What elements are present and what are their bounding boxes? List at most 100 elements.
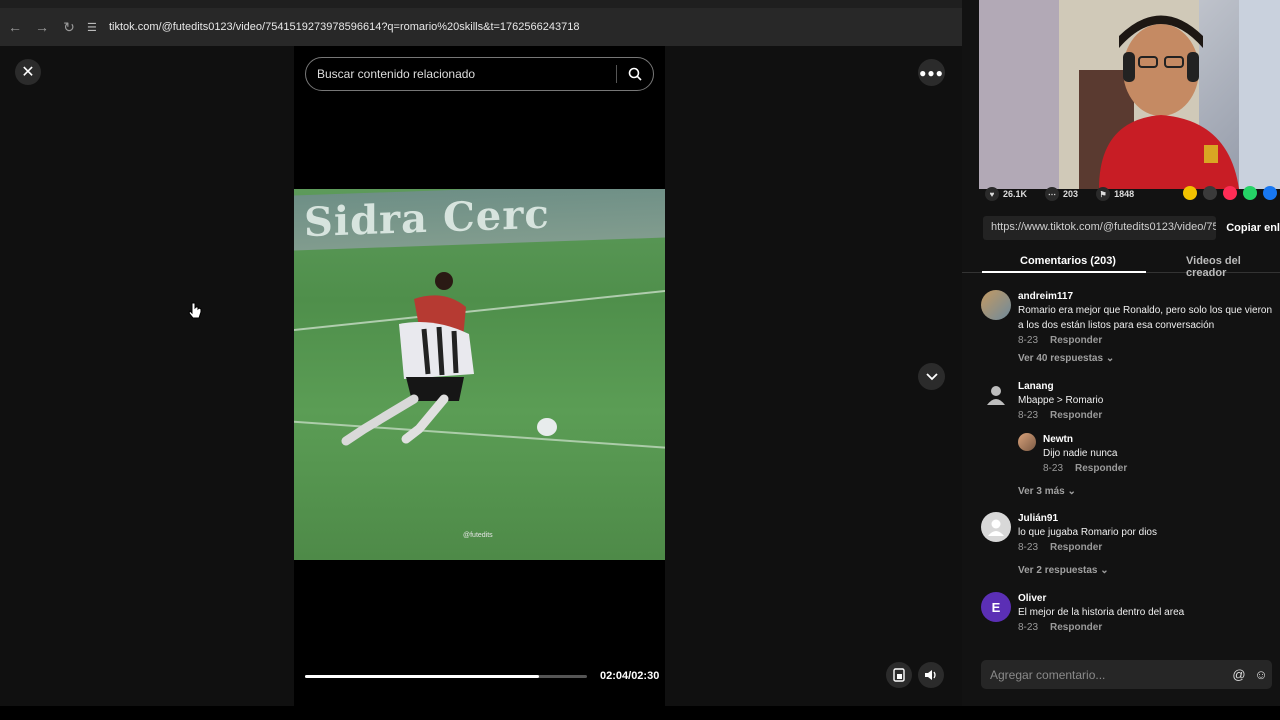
players-illustration xyxy=(341,272,557,446)
avatar-initial: E xyxy=(991,599,1001,615)
close-button[interactable]: ✕ xyxy=(15,59,41,85)
view-more-label: Ver 3 más xyxy=(1018,486,1065,497)
url-text: tiktok.com/@futedits0123/video/754151927… xyxy=(109,21,580,33)
view-replies-label: Ver 40 respuestas xyxy=(1018,353,1104,364)
comment-text: El mejor de la historia dentro del area xyxy=(1018,607,1185,618)
active-tab-indicator xyxy=(982,271,1146,273)
video-link-field[interactable]: https://www.tiktok.com/@futedits0123/vid… xyxy=(983,216,1217,240)
view-replies-link[interactable]: Ver 40 respuestas ⌄ xyxy=(1018,353,1114,364)
emoji-icon[interactable]: ☺ xyxy=(1250,667,1272,682)
comment-username[interactable]: andreim117 xyxy=(1018,290,1280,303)
view-replies-label: Ver 2 respuestas xyxy=(1018,565,1098,576)
streamer-image xyxy=(979,0,1280,189)
comment-count: 203 xyxy=(1063,189,1079,199)
comment-input-bar: Agregar comentario... @ ☺ xyxy=(981,660,1272,689)
comment-date: 8-23 xyxy=(1018,410,1039,421)
avatar[interactable] xyxy=(981,380,1011,410)
browser-tab-strip xyxy=(0,0,980,8)
tab-comments[interactable]: Comentarios (203) xyxy=(1020,255,1116,267)
copy-link-row: https://www.tiktok.com/@futedits0123/vid… xyxy=(983,216,1280,240)
browser-tab[interactable] xyxy=(30,0,180,8)
volume-button[interactable] xyxy=(918,662,944,688)
reply-button[interactable]: Responder xyxy=(1075,463,1127,474)
comment-item: E Oliver El mejor de la historia dentro … xyxy=(981,592,1280,636)
comment-date: 8-23 xyxy=(1018,622,1039,633)
webcam-overlay xyxy=(979,0,1280,189)
browser-tab[interactable] xyxy=(365,0,515,8)
heart-icon[interactable]: ♥ xyxy=(985,187,999,201)
comment-username[interactable]: Julián91 xyxy=(1018,512,1280,525)
browser-tab[interactable] xyxy=(530,0,680,8)
chevron-down-icon: ⌄ xyxy=(1105,353,1115,364)
send-icon[interactable] xyxy=(1223,186,1237,200)
default-avatar-icon xyxy=(988,519,1004,536)
comment-item: Julián91 lo que jugaba Romario por dios … xyxy=(981,512,1280,556)
video-frame[interactable]: Sidra Cerc @futedits xyxy=(294,189,665,560)
comment-date: 8-23 xyxy=(1018,542,1039,553)
comment-date: 8-23 xyxy=(1018,335,1039,346)
bottom-strip xyxy=(0,706,1280,720)
reply-button[interactable]: Responder xyxy=(1050,335,1102,346)
panel-tabs: Comentarios (203) Videos del creador xyxy=(962,249,1280,279)
view-replies-link[interactable]: Ver 2 respuestas ⌄ xyxy=(1018,565,1109,576)
avatar[interactable]: E xyxy=(981,592,1011,622)
avatar[interactable] xyxy=(981,512,1011,542)
close-icon: ✕ xyxy=(21,64,35,81)
url-field[interactable]: ☰ tiktok.com/@futedits0123/video/7541519… xyxy=(87,13,980,41)
reply-item: Newtn Dijo nadie nunca 8-23 Responder xyxy=(1018,433,1280,477)
tab-creator-videos[interactable]: Videos del creador xyxy=(1186,255,1280,279)
video-progress-bar[interactable] xyxy=(305,675,587,678)
share-friends-icon[interactable] xyxy=(1183,186,1197,200)
mention-icon[interactable]: @ xyxy=(1228,667,1250,682)
comment-text: Dijo nadie nunca xyxy=(1043,448,1118,459)
reload-icon[interactable]: ↻ xyxy=(57,15,81,39)
comment-icon[interactable]: ⋯ xyxy=(1045,187,1060,201)
video-watermark: @futedits xyxy=(463,532,493,539)
chevron-down-icon xyxy=(925,372,938,380)
like-count: 26.1K xyxy=(1003,189,1028,199)
comment-item: andreim117 Romario era mejor que Ronaldo… xyxy=(981,290,1280,350)
video-stats: ♥ 26.1K ⋯ 203 ⚑ 1848 xyxy=(985,186,1152,202)
search-input[interactable]: Buscar contenido relacionado xyxy=(306,67,616,81)
back-icon[interactable]: ← xyxy=(3,15,27,39)
reply-button[interactable]: Responder xyxy=(1050,542,1102,553)
browser-tab[interactable] xyxy=(695,0,845,8)
next-video-button[interactable] xyxy=(918,363,945,390)
chevron-down-icon: ⌄ xyxy=(1100,565,1109,576)
embed-icon[interactable] xyxy=(1203,186,1217,200)
whatsapp-icon[interactable] xyxy=(1243,186,1257,200)
comment-text: lo que jugaba Romario por dios xyxy=(1018,527,1157,538)
video-time: 02:04/02:30 xyxy=(600,670,660,682)
facebook-icon[interactable] xyxy=(1263,186,1277,200)
address-bar: ← → ↻ ☰ tiktok.com/@futedits0123/video/7… xyxy=(0,8,980,46)
site-settings-icon[interactable]: ☰ xyxy=(87,21,109,34)
bookmark-icon[interactable]: ⚑ xyxy=(1096,187,1111,201)
mouse-cursor-icon xyxy=(188,302,202,319)
comment-date: 8-23 xyxy=(1043,463,1064,474)
save-count: 1848 xyxy=(1114,189,1135,199)
share-icons xyxy=(1183,186,1277,200)
avatar[interactable] xyxy=(1018,433,1036,451)
pip-icon xyxy=(893,668,905,682)
ellipsis-icon: ●●● xyxy=(919,65,944,80)
comment-username[interactable]: Lanang xyxy=(1018,380,1280,393)
comment-text: Mbappe > Romario xyxy=(1018,395,1104,406)
related-search[interactable]: Buscar contenido relacionado xyxy=(305,57,654,91)
chevron-down-icon: ⌄ xyxy=(1067,486,1076,497)
floating-player-button[interactable] xyxy=(886,662,912,688)
video-progress-fill xyxy=(305,675,540,678)
more-options-button[interactable]: ●●● xyxy=(918,59,945,86)
comment-username[interactable]: Newtn xyxy=(1043,433,1280,446)
search-icon[interactable] xyxy=(617,67,653,81)
copy-link-button[interactable]: Copiar enl xyxy=(1226,222,1280,234)
reply-button[interactable]: Responder xyxy=(1050,410,1102,421)
comment-input[interactable]: Agregar comentario... xyxy=(981,668,1228,682)
browser-tab[interactable] xyxy=(200,0,350,8)
avatar[interactable] xyxy=(981,290,1011,320)
forward-icon[interactable]: → xyxy=(30,15,54,39)
comment-username[interactable]: Oliver xyxy=(1018,592,1280,605)
view-more-replies-link[interactable]: Ver 3 más ⌄ xyxy=(1018,486,1076,497)
comment-text: Romario era mejor que Ronaldo, pero solo… xyxy=(1018,305,1273,331)
comment-item: Lanang Mbappe > Romario 8-23 Responder xyxy=(981,380,1280,424)
reply-button[interactable]: Responder xyxy=(1050,622,1102,633)
